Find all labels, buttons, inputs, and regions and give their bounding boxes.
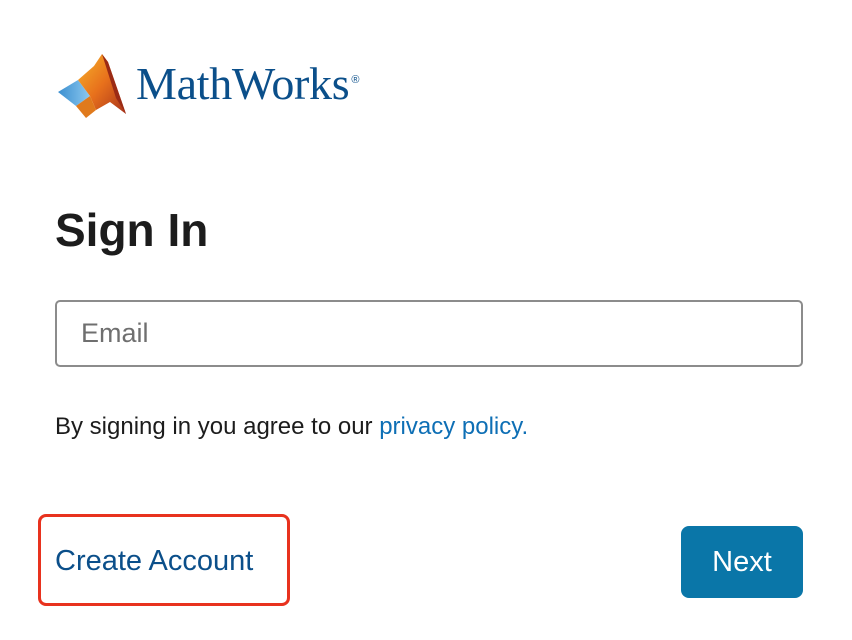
privacy-policy-link[interactable]: privacy policy. (379, 413, 528, 440)
registered-mark: ® (351, 74, 360, 86)
create-account-link[interactable]: Create Account (55, 543, 253, 579)
brand-name: MathWorks (136, 58, 350, 109)
mathworks-logo[interactable]: MathWorks ® (56, 52, 359, 120)
matlab-membrane-logo-icon (58, 54, 126, 118)
email-field[interactable] (55, 300, 803, 367)
sign-in-page: MathWorks ® Sign In By signing in you ag… (0, 0, 852, 640)
next-button[interactable]: Next (681, 526, 803, 598)
page-title: Sign In (55, 204, 209, 256)
consent-text: By signing in you agree to our (55, 413, 380, 440)
privacy-consent: By signing in you agree to our privacy p… (55, 410, 528, 444)
